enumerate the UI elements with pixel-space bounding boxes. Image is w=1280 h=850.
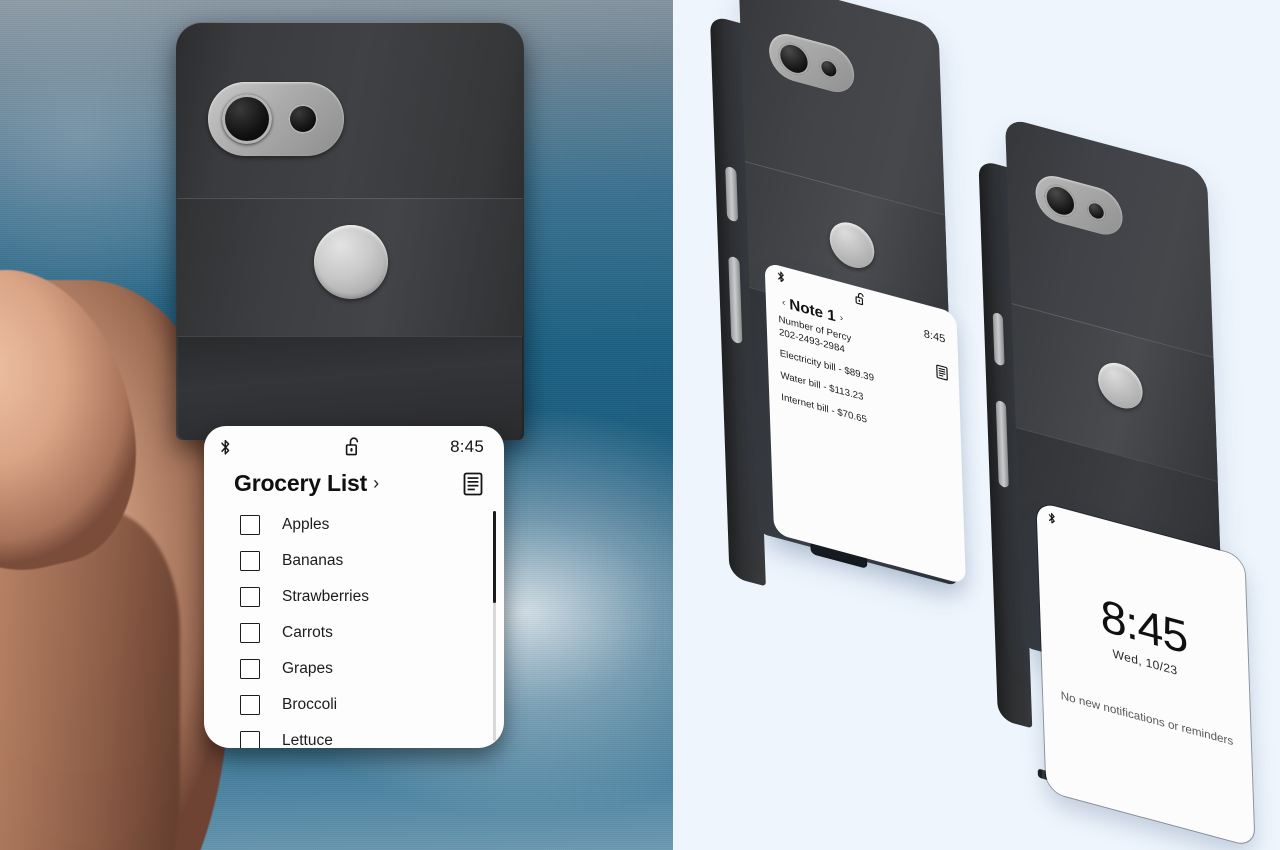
unlocked-padlock-icon: [854, 290, 868, 310]
checkbox-icon[interactable]: [240, 695, 260, 715]
camera-lens-small-icon: [288, 104, 318, 134]
list-item[interactable]: Grapes: [204, 651, 504, 687]
chevron-right-icon[interactable]: ›: [840, 312, 844, 324]
scrollbar-thumb[interactable]: [493, 511, 496, 603]
camera-lens-icon: [222, 94, 272, 144]
list-item[interactable]: Broccoli: [204, 687, 504, 723]
chevron-left-icon[interactable]: ‹: [782, 297, 786, 309]
list-item-label: Grapes: [282, 660, 333, 677]
screenshot-stage: 8:45 Grocery List › Apples Bananas Straw…: [0, 0, 1280, 850]
camera-lens-icon: [777, 39, 811, 79]
lock-screen[interactable]: 8:45 Wed, 10/23 No new notifications or …: [1036, 501, 1255, 847]
checkbox-icon[interactable]: [240, 731, 260, 748]
list-item-label: Strawberries: [282, 588, 369, 605]
camera-module: [1034, 170, 1124, 240]
list-item[interactable]: Lettuce: [204, 723, 504, 748]
phone-lower-segment: [178, 336, 522, 440]
camera-module: [208, 82, 344, 156]
camera-lens-small-icon: [819, 57, 839, 81]
checkbox-icon[interactable]: [240, 659, 260, 679]
camera-module: [768, 28, 855, 98]
note-list-icon[interactable]: [935, 363, 949, 383]
page-title: Grocery List: [234, 470, 368, 496]
grocery-list[interactable]: Apples Bananas Strawberries Carrots Grap…: [204, 507, 504, 748]
render-phone-note: 8:45 ‹ Note 1 › Number of Percy 202-2493…: [707, 0, 978, 616]
side-button-icon[interactable]: [725, 165, 739, 223]
list-item-label: Apples: [282, 516, 330, 533]
side-button-icon[interactable]: [992, 311, 1005, 367]
handheld-phone: 8:45 Grocery List › Apples Bananas Straw…: [176, 22, 524, 748]
bluetooth-icon: [220, 439, 231, 456]
checkbox-icon[interactable]: [240, 587, 260, 607]
list-item-label: Carrots: [282, 624, 333, 641]
unlocked-padlock-icon: [344, 435, 364, 459]
list-item[interactable]: Bananas: [204, 543, 504, 579]
phone-back-body: [176, 22, 524, 440]
camera-lens-small-icon: [1086, 199, 1106, 223]
list-item[interactable]: Carrots: [204, 615, 504, 651]
checkbox-icon[interactable]: [240, 515, 260, 535]
list-item[interactable]: Apples: [204, 507, 504, 543]
bluetooth-icon: [777, 270, 785, 284]
list-item-label: Broccoli: [282, 696, 338, 713]
checkbox-icon[interactable]: [240, 623, 260, 643]
notification-empty-text: No new notifications or reminders: [1060, 690, 1234, 749]
bluetooth-icon: [1048, 511, 1056, 525]
side-button-icon[interactable]: [728, 255, 743, 345]
camera-lens-icon: [1044, 181, 1077, 221]
chevron-right-icon[interactable]: ›: [373, 473, 379, 494]
screen-header: Grocery List ›: [204, 468, 504, 497]
note-screen[interactable]: 8:45 ‹ Note 1 › Number of Percy 202-2493…: [764, 261, 966, 585]
left-photo-panel: 8:45 Grocery List › Apples Bananas Straw…: [0, 0, 673, 850]
list-item[interactable]: Strawberries: [204, 579, 504, 615]
checkbox-icon[interactable]: [240, 551, 260, 571]
status-time: 8:45: [450, 437, 484, 456]
side-button-icon[interactable]: [995, 399, 1009, 489]
circular-button-icon[interactable]: [314, 225, 388, 299]
note-list-icon[interactable]: [462, 471, 484, 497]
phone-screen[interactable]: 8:45 Grocery List › Apples Bananas Straw…: [204, 426, 504, 748]
right-render-panel: 8:45 ‹ Note 1 › Number of Percy 202-2493…: [673, 0, 1280, 850]
list-item-label: Bananas: [282, 552, 344, 569]
list-item-label: Lettuce: [282, 732, 333, 748]
render-phone-lockscreen: noa 8:45 Wed, 10/23 No new notifications…: [976, 117, 1260, 847]
status-bar: 8:45: [204, 426, 504, 468]
